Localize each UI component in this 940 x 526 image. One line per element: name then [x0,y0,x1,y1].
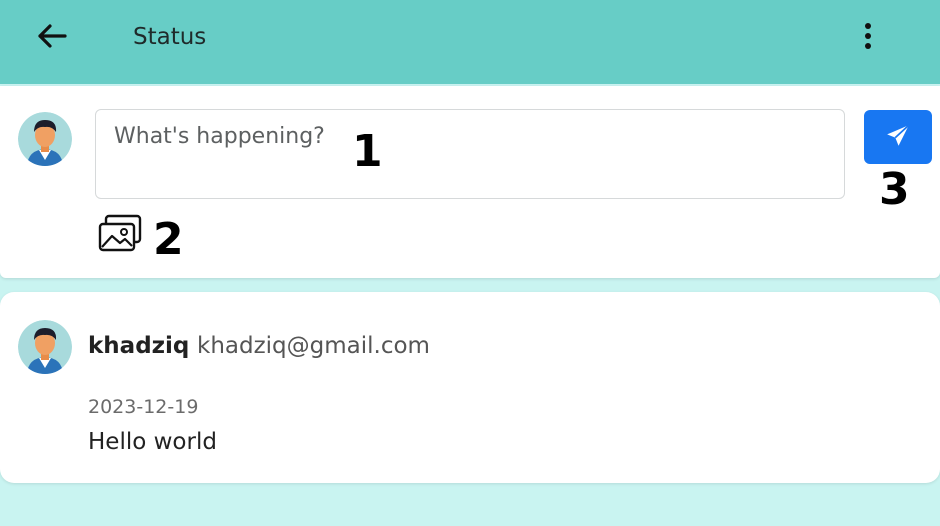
annotation-marker-1: 1 [352,126,383,177]
post-text: Hello world [88,429,217,455]
send-button[interactable] [864,110,932,164]
annotation-marker-2: 2 [153,214,184,265]
back-arrow-icon[interactable] [36,22,68,50]
compose-card: 1 3 2 [0,86,940,278]
user-avatar-icon [18,320,72,374]
images-icon[interactable] [98,214,144,254]
page-title: Status [133,24,207,50]
app-bar: Status [0,0,940,84]
post-date: 2023-12-19 [88,396,199,418]
annotation-marker-3: 3 [879,164,910,215]
user-avatar-icon [18,112,72,166]
more-vertical-icon[interactable] [858,22,878,52]
paper-plane-icon [885,123,911,152]
post-author-name: khadziq [88,333,190,359]
post-card: khadziq khadziq@gmail.com 2023-12-19 Hel… [0,292,940,483]
post-author-email: khadziq@gmail.com [197,333,430,359]
status-input[interactable] [95,109,845,199]
